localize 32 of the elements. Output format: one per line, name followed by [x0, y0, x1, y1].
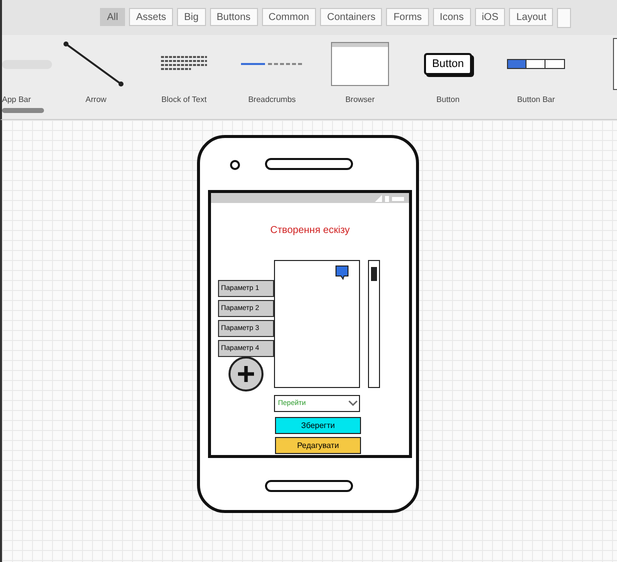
filter-tab[interactable]: Containers	[320, 8, 382, 26]
filter-tab[interactable]: Common	[262, 8, 316, 26]
component-label: Arrow	[86, 95, 106, 104]
filter-tab[interactable]: Icons	[432, 8, 471, 26]
filter-tab[interactable]: All	[100, 8, 126, 26]
browser-thumbnail[interactable]	[331, 42, 389, 86]
component-label: App Bar	[2, 95, 31, 104]
filter-tab[interactable]: Big	[177, 8, 206, 26]
scroll-thumb[interactable]	[2, 108, 44, 113]
filter-tab[interactable]: Layout	[509, 8, 554, 26]
breadcrumbs-thumbnail[interactable]	[241, 61, 303, 67]
scrollbar[interactable]	[368, 260, 380, 388]
filter-tab[interactable]: Forms	[386, 8, 429, 26]
component-label: Button Bar	[517, 95, 555, 104]
filter-tab[interactable]: iOS	[474, 8, 506, 26]
filter-tab[interactable]: Assets	[129, 8, 174, 26]
component-label: Browser	[345, 95, 375, 104]
app-bar-thumbnail[interactable]	[2, 60, 52, 68]
text-block-thumbnail[interactable]	[161, 55, 207, 73]
speech-bubble-icon	[335, 265, 349, 280]
action-button[interactable]: Редагувати	[275, 437, 361, 454]
status-icons	[375, 194, 405, 202]
camera-dot	[230, 160, 240, 170]
component-label: Block of Text	[161, 95, 207, 104]
component-label: Button	[436, 95, 460, 104]
button-thumbnail[interactable]: Button	[424, 53, 472, 75]
action-button[interactable]: Зберегти	[275, 417, 361, 434]
filter-tab[interactable]: Buttons	[210, 8, 258, 26]
screen-title: Створення ескізу	[269, 225, 351, 236]
component-label: Breadcrumbs	[248, 95, 296, 104]
add-icon[interactable]	[228, 356, 264, 392]
button-bar-thumbnail[interactable]	[507, 59, 565, 69]
